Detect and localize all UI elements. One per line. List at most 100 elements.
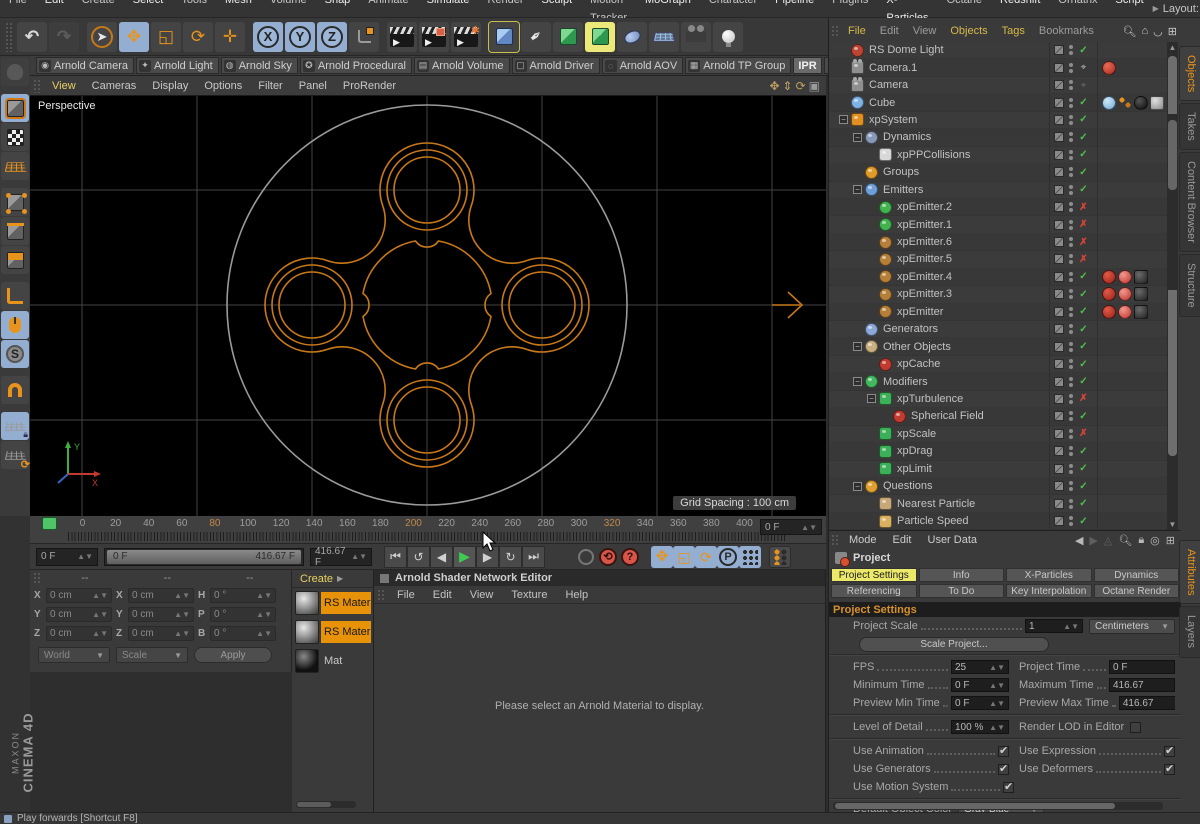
- panel-side-tab[interactable]: Objects: [1179, 46, 1200, 101]
- play-forwards-button[interactable]: ▶: [453, 546, 476, 568]
- visibility-dots[interactable]: [1069, 516, 1073, 526]
- black-tag-icon[interactable]: [1134, 96, 1148, 110]
- object-label[interactable]: xpScale: [897, 428, 1049, 440]
- layer-chip[interactable]: [1054, 220, 1064, 230]
- tree-row[interactable]: − Camera.1 ⌖: [829, 59, 1167, 76]
- editor-grip[interactable]: [377, 589, 385, 601]
- visibility-dots[interactable]: [1069, 429, 1073, 439]
- keyframe-presets-button[interactable]: [769, 546, 791, 568]
- rotation-field[interactable]: 0 °▲▼: [210, 588, 276, 603]
- enable-toggle[interactable]: ✓: [1078, 306, 1089, 317]
- record-parameter-button[interactable]: P: [717, 546, 739, 568]
- position-field[interactable]: 0 cm▲▼: [46, 588, 112, 603]
- object-label[interactable]: xpEmitter: [897, 306, 1049, 318]
- om-menu-item[interactable]: View: [906, 25, 944, 37]
- object-label[interactable]: xpEmitter.5: [897, 253, 1049, 265]
- rotate-tool-icon[interactable]: ⟳: [183, 22, 213, 52]
- visibility-dots[interactable]: [1069, 272, 1073, 282]
- preview-min-time-input[interactable]: 0 F▲▼: [951, 696, 1009, 710]
- edges-mode-icon[interactable]: [1, 217, 29, 245]
- enable-toggle[interactable]: ⌖: [1078, 62, 1089, 73]
- layer-chip[interactable]: [1054, 446, 1064, 456]
- layer-chip[interactable]: [1054, 359, 1064, 369]
- preview-range-slider[interactable]: 0 F 416.67 F: [104, 548, 304, 566]
- preview-max-time-input[interactable]: 416.67: [1119, 696, 1175, 710]
- undo-icon[interactable]: ↶: [17, 22, 47, 52]
- level-of-detail-input[interactable]: 100 %▲▼: [951, 720, 1009, 734]
- object-label[interactable]: xpCache: [897, 358, 1049, 370]
- convert-tool-icon[interactable]: [1, 58, 29, 86]
- om-search-icon[interactable]: 🔍︎: [1123, 25, 1137, 38]
- tree-row[interactable]: − xpDrag ✓: [829, 443, 1167, 460]
- object-label[interactable]: RS Dome Light: [869, 44, 1049, 56]
- enable-toggle[interactable]: ✓: [1078, 498, 1089, 509]
- om-add-icon[interactable]: ⊞: [1168, 25, 1177, 38]
- enable-toggle[interactable]: ✓: [1078, 289, 1089, 300]
- arnold-palette-button[interactable]: ◉ Arnold Camera: [36, 57, 134, 74]
- apply-button[interactable]: Apply: [194, 647, 272, 663]
- om-grip[interactable]: [831, 25, 839, 37]
- enable-toggle[interactable]: ✓: [1078, 132, 1089, 143]
- tree-row[interactable]: − Camera ⌖: [829, 77, 1167, 94]
- smile-tag-icon[interactable]: [1102, 96, 1116, 110]
- layer-chip[interactable]: [1054, 45, 1064, 55]
- om-menu-item[interactable]: Edit: [873, 25, 906, 37]
- visibility-dots[interactable]: [1069, 289, 1073, 299]
- record-rotation-button[interactable]: ⟳: [695, 546, 717, 568]
- am-menu-item[interactable]: Edit: [885, 534, 920, 546]
- material-thumbnail[interactable]: [295, 620, 319, 644]
- tree-row[interactable]: − xpEmitter ✓: [829, 304, 1167, 321]
- enable-toggle[interactable]: ✓: [1078, 359, 1089, 370]
- collapse-icon[interactable]: −: [839, 115, 848, 124]
- view-label[interactable]: Perspective: [38, 100, 95, 112]
- material-thumbnail[interactable]: [295, 649, 319, 673]
- light-button[interactable]: [713, 22, 743, 52]
- select-tool-icon[interactable]: ➤: [87, 22, 117, 52]
- visibility-dots[interactable]: [1069, 45, 1073, 55]
- arnold-palette-button[interactable]: ▦ Arnold TP Group: [685, 57, 791, 74]
- floor-button[interactable]: [649, 22, 679, 52]
- enable-toggle[interactable]: ✓: [1078, 516, 1089, 527]
- attribute-tab[interactable]: To Do: [919, 584, 1005, 598]
- timeline-playhead[interactable]: [42, 517, 57, 530]
- am-menu-item[interactable]: User Data: [920, 534, 986, 546]
- attribute-tab[interactable]: Info: [919, 568, 1005, 582]
- viewport-menu-item[interactable]: Panel: [291, 80, 335, 92]
- layer-chip[interactable]: [1054, 63, 1064, 73]
- record-scale-button[interactable]: ◱: [673, 546, 695, 568]
- size-field[interactable]: 0 cm▲▼: [128, 607, 194, 622]
- layer-chip[interactable]: [1054, 254, 1064, 264]
- maximum-time-input[interactable]: 416.67: [1109, 678, 1175, 692]
- om-menu-item[interactable]: File: [841, 25, 873, 37]
- visibility-dots[interactable]: [1069, 342, 1073, 352]
- visibility-dots[interactable]: [1069, 202, 1073, 212]
- project-time-input[interactable]: 0 F: [1109, 660, 1175, 674]
- visibility-dots[interactable]: [1069, 80, 1073, 90]
- snap-settings-icon[interactable]: S: [1, 340, 29, 368]
- coords-grip[interactable]: [33, 572, 41, 584]
- workplane-mode-icon[interactable]: [1, 152, 29, 180]
- visibility-dots[interactable]: [1069, 446, 1073, 456]
- layer-chip[interactable]: [1054, 272, 1064, 282]
- create-menu[interactable]: Create: [300, 573, 333, 585]
- texture-mode-icon[interactable]: [1, 123, 29, 151]
- dots-tag-icon[interactable]: [1118, 96, 1132, 110]
- collapse-icon[interactable]: −: [853, 133, 862, 142]
- pen-tool-button[interactable]: ✒︎: [521, 22, 551, 52]
- viewport-menu-item[interactable]: Filter: [250, 80, 290, 92]
- collapse-icon[interactable]: −: [853, 185, 862, 194]
- viewport-menu-item[interactable]: Cameras: [84, 80, 145, 92]
- enable-toggle[interactable]: ✓: [1078, 271, 1089, 282]
- render-settings-button[interactable]: ✱: [451, 22, 481, 52]
- layer-chip[interactable]: [1054, 80, 1064, 90]
- visibility-dots[interactable]: [1069, 324, 1073, 334]
- coordinate-system-icon[interactable]: [349, 22, 379, 52]
- viewport-rotate-icon[interactable]: ⟳: [796, 79, 806, 93]
- rotation-field[interactable]: 0 °▲▼: [210, 626, 276, 641]
- tree-row[interactable]: − Emitters ✓: [829, 182, 1167, 199]
- visibility-dots[interactable]: [1069, 499, 1073, 509]
- object-label[interactable]: Cube: [869, 97, 1049, 109]
- attribute-side-tab[interactable]: Layers: [1179, 606, 1200, 657]
- tree-row[interactable]: − xpLimit ✓: [829, 461, 1167, 478]
- dark-tag-icon[interactable]: [1134, 287, 1148, 301]
